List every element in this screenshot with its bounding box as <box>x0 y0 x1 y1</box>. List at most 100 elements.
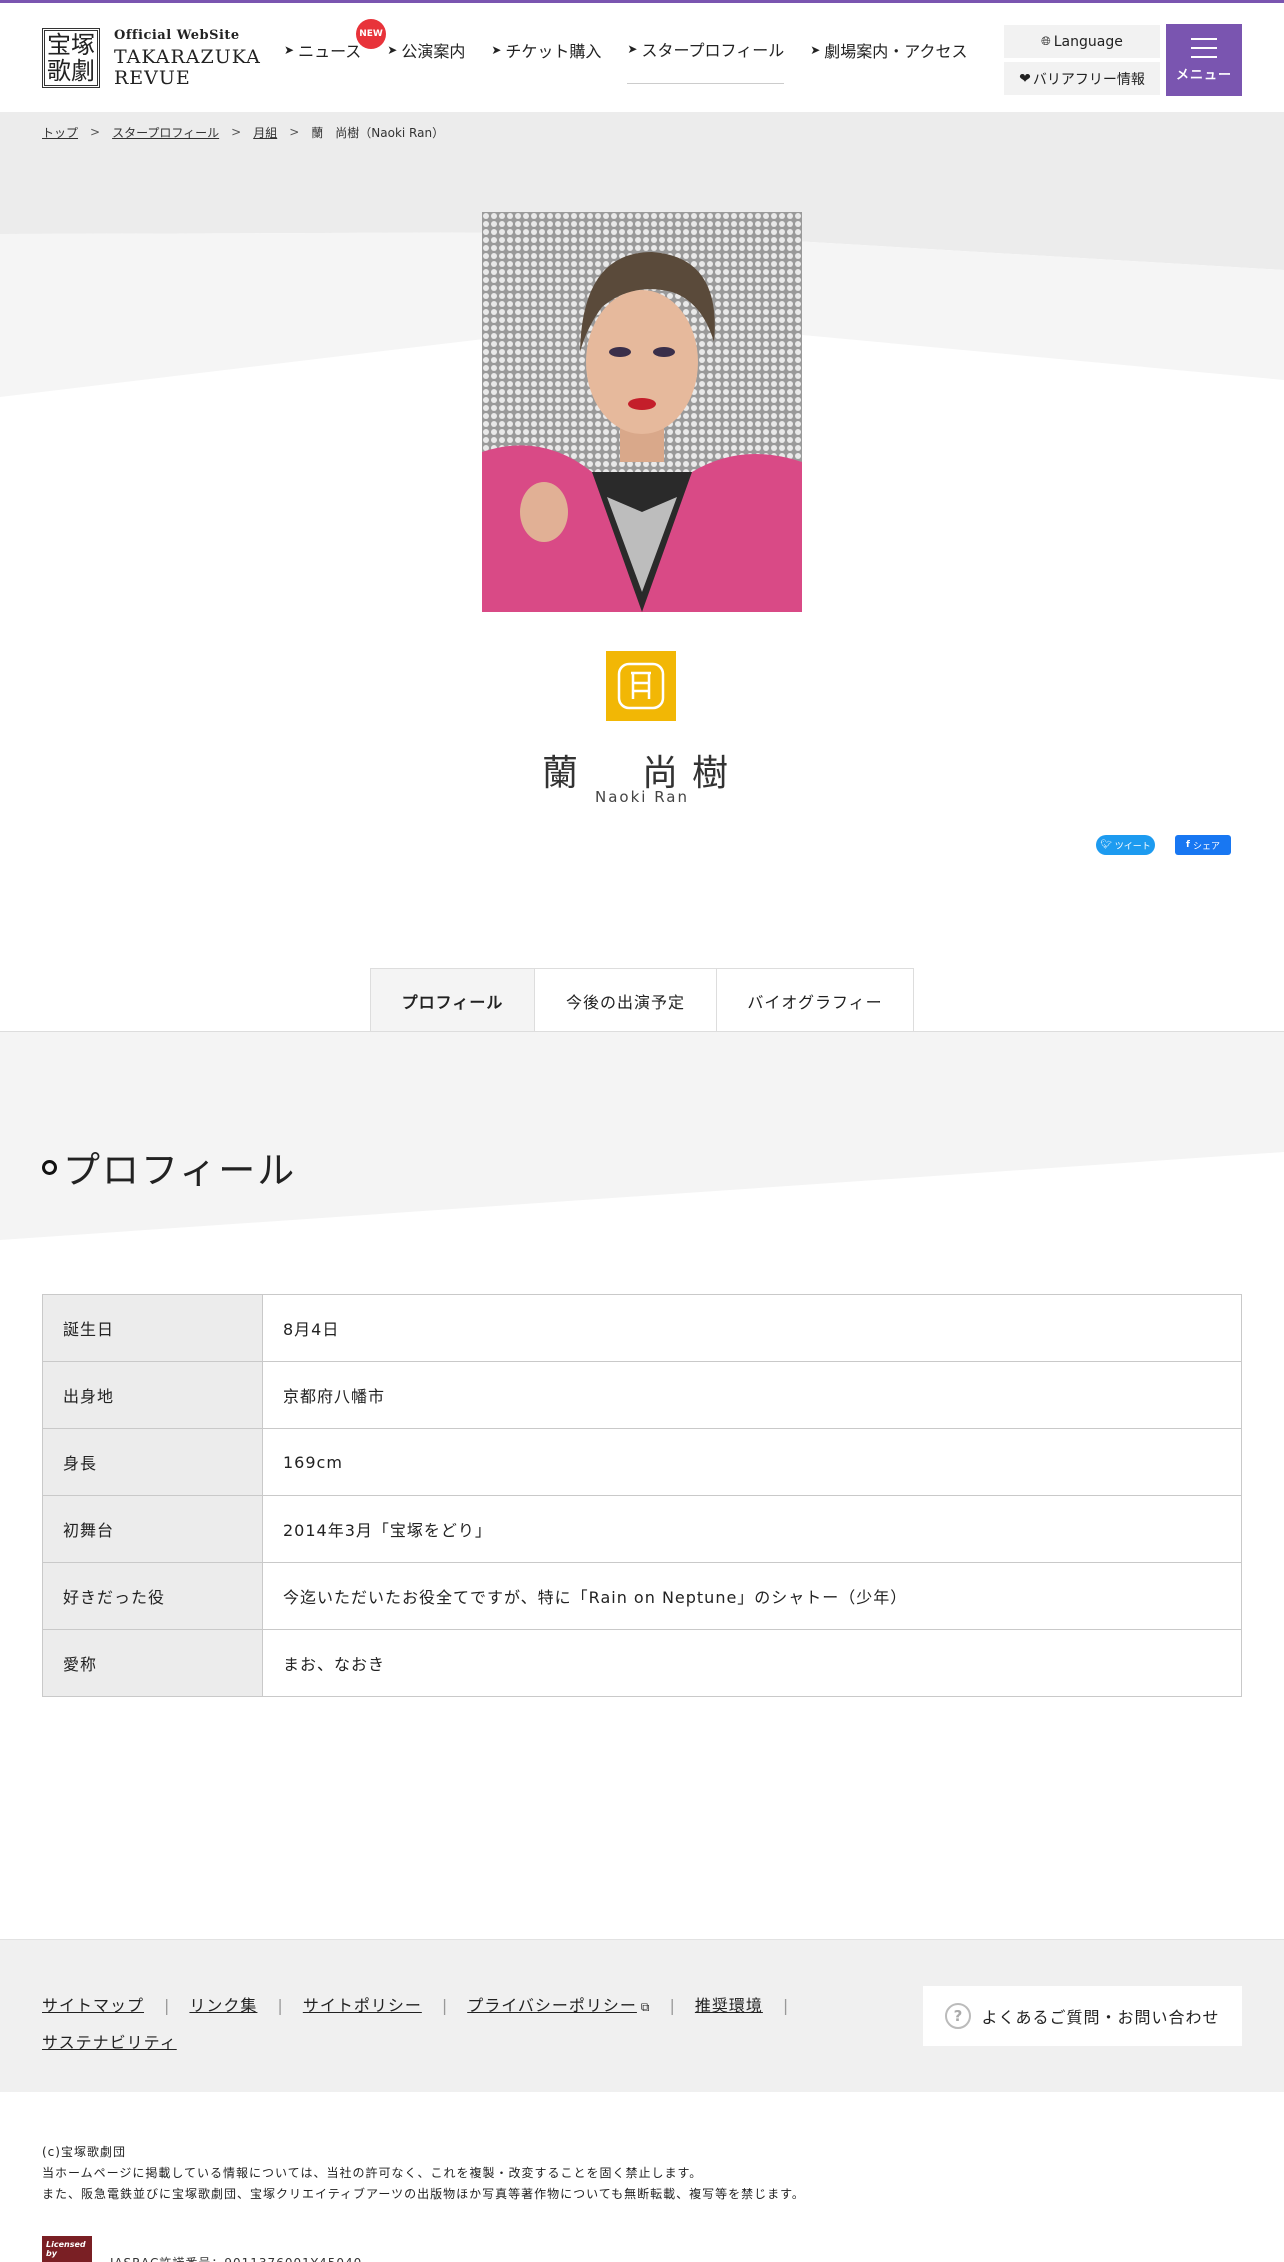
footer-separator: | <box>164 1996 170 2015</box>
chevron-right-icon: ➤ <box>491 42 502 57</box>
breadcrumb-current: 蘭 尚樹（Naoki Ran） <box>311 125 445 140</box>
nav-item-label: チケット購入 <box>505 41 602 61</box>
footer-link-privacy-policy[interactable]: プライバシーポリシー <box>467 1996 637 2015</box>
hamburger-icon <box>1191 37 1217 58</box>
table-row: 出身地 京都府八幡市 <box>42 1361 1242 1429</box>
menu-label: メニュー <box>1175 67 1232 83</box>
faq-contact-button[interactable]: ? よくあるご質問・お問い合わせ <box>923 1986 1242 2046</box>
profile-section-background <box>0 1032 1284 1242</box>
profile-tabs: プロフィール 今後の出演予定 バイオグラフィー <box>370 968 914 1032</box>
breadcrumb: トップ > スタープロフィール > 月組 > 蘭 尚樹（Naoki Ran） <box>0 112 1284 152</box>
section-title: プロフィール <box>42 1140 296 1194</box>
breadcrumb-separator: > <box>90 125 101 139</box>
table-row: 誕生日 8月4日 <box>42 1294 1242 1362</box>
row-label: 初舞台 <box>42 1495 263 1563</box>
footer-link-links[interactable]: リンク集 <box>189 1996 257 2015</box>
site-footer: サイトマップ | リンク集 | サイトポリシー | プライバシーポリシー ⧉ | 推奨環境 | サス… <box>0 1939 1284 2092</box>
row-value: 今迄いただいたお役全てですが、特に「Rain on Neptune」のシャトー（… <box>262 1562 1242 1630</box>
profile-table: 誕生日 8月4日 出身地 京都府八幡市 身長 169cm 初舞台 2014年3月… <box>42 1294 1242 1697</box>
barrier-free-button[interactable]: ❤ バリアフリー情報 <box>1004 62 1160 95</box>
twitter-share-label: ツイート <box>1114 841 1151 852</box>
chevron-right-icon: ➤ <box>284 42 295 57</box>
breadcrumb-link-star-profile[interactable]: スタープロフィール <box>112 124 219 141</box>
footer-link-sustainability[interactable]: サステナビリティ <box>42 2033 177 2052</box>
row-value: 169cm <box>262 1428 1242 1496</box>
logo-kanji-bottom: 歌劇 <box>47 57 95 85</box>
breadcrumb-link-troupe[interactable]: 月組 <box>253 124 277 141</box>
row-value: 8月4日 <box>262 1294 1242 1362</box>
menu-button[interactable]: メニュー <box>1166 24 1242 96</box>
logo-official-text: Official WebSite <box>114 27 240 43</box>
logo-kanji-top: 宝塚 <box>47 31 95 59</box>
tab-label: プロフィール <box>401 992 504 1012</box>
site-logo[interactable]: 宝塚 歌劇 Official WebSite TAKARAZUKA REVUE <box>42 23 264 93</box>
bullet-icon <box>42 1159 57 1175</box>
row-value: 2014年3月「宝塚をどり」 <box>262 1495 1242 1563</box>
copyright-text: (c)宝塚歌劇団 <box>42 2145 126 2159</box>
chevron-right-icon: ➤ <box>810 42 821 57</box>
row-label: 誕生日 <box>42 1294 263 1362</box>
star-photo <box>482 212 802 612</box>
tab-profile[interactable]: プロフィール <box>370 968 535 1032</box>
nav-item-news[interactable]: ➤ ニュース NEW <box>284 19 386 84</box>
section-title-text: プロフィール <box>63 1149 297 1192</box>
twitter-icon: 🐦︎ <box>1100 840 1112 850</box>
logo-mark: 宝塚 歌劇 <box>42 28 100 88</box>
row-label: 愛称 <box>42 1629 263 1697</box>
nav-item-theater-access[interactable]: ➤ 劇場案内・アクセス <box>810 37 967 84</box>
faq-contact-label: よくあるご質問・お問い合わせ <box>981 2008 1220 2027</box>
table-row: 好きだった役 今迄いただいたお役全てですが、特に「Rain on Neptune… <box>42 1562 1242 1630</box>
notice-text-1: 当ホームページに掲載している情報については、当社の許可なく、これを複製・改変する… <box>42 2166 703 2180</box>
facebook-share-label: シェア <box>1192 841 1220 852</box>
chevron-right-icon: ➤ <box>387 42 398 57</box>
row-label: 身長 <box>42 1428 263 1496</box>
breadcrumb-separator: > <box>289 125 300 139</box>
twitter-share-button[interactable]: 🐦︎ ツイート <box>1096 835 1155 855</box>
table-row: 身長 169cm <box>42 1428 1242 1496</box>
footer-separator: | <box>441 1996 448 2015</box>
nav-item-label: 公演案内 <box>401 41 466 61</box>
table-row: 愛称 まお、なおき <box>42 1629 1242 1697</box>
logo-name-text: TAKARAZUKA REVUE <box>114 45 261 89</box>
nav-item-tickets[interactable]: ➤ チケット購入 <box>491 37 601 84</box>
question-icon: ? <box>945 2003 972 2029</box>
nav-item-label: 劇場案内・アクセス <box>824 41 968 61</box>
nav-item-performances[interactable]: ➤ 公演案内 <box>387 37 465 84</box>
facebook-icon: f <box>1186 840 1190 850</box>
tab-label: バイオグラフィー <box>747 992 883 1012</box>
row-label: 好きだった役 <box>42 1562 263 1630</box>
footer-separator: | <box>782 1996 789 2015</box>
footer-link-recommended-env[interactable]: 推奨環境 <box>695 1996 763 2015</box>
language-label: Language <box>1053 33 1123 50</box>
footer-link-site-policy[interactable]: サイトポリシー <box>303 1996 422 2015</box>
footer-links: サイトマップ | リンク集 | サイトポリシー | プライバシーポリシー ⧉ | 推奨環境 | サス… <box>42 1988 862 2061</box>
logo-text: Official WebSite TAKARAZUKA REVUE <box>114 28 264 89</box>
table-row: 初舞台 2014年3月「宝塚をどり」 <box>42 1495 1242 1563</box>
external-link-icon: ⧉ <box>640 2000 650 2014</box>
heart-icon: ❤ <box>1019 70 1031 87</box>
main-nav: ➤ ニュース NEW ➤ 公演案内 ➤ チケット購入 ➤ スタープロフィール ➤… <box>284 19 993 84</box>
tab-upcoming-performances[interactable]: 今後の出演予定 <box>535 968 717 1032</box>
star-name-english: Naoki Ran <box>594 788 689 806</box>
jasrac-logo: Licensed by <box>42 2236 92 2262</box>
jasrac-number: JASRAC許諾番号：9011376001Y45040 <box>110 2254 362 2262</box>
footer-separator: | <box>277 1996 283 2015</box>
chevron-right-icon: ➤ <box>627 42 638 56</box>
facebook-share-button[interactable]: f シェア <box>1175 835 1231 855</box>
footer-link-sitemap[interactable]: サイトマップ <box>42 1996 144 2015</box>
tab-biography[interactable]: バイオグラフィー <box>717 968 914 1032</box>
breadcrumb-separator: > <box>231 125 242 139</box>
row-value: 京都府八幡市 <box>262 1361 1242 1429</box>
nav-item-star-profile[interactable]: ➤ スタープロフィール <box>627 37 785 84</box>
language-button[interactable]: 🌐︎ Language <box>1004 25 1160 58</box>
new-badge: NEW <box>356 19 386 49</box>
globe-icon: 🌐︎ <box>1041 34 1051 48</box>
row-label: 出身地 <box>42 1361 263 1429</box>
nav-item-label: スタープロフィール <box>641 41 785 60</box>
nav-item-label: ニュース <box>298 41 362 61</box>
copyright-notice: (c)宝塚歌劇団 当ホームページに掲載している情報については、当社の許可なく、こ… <box>42 2142 805 2205</box>
site-header: 宝塚 歌劇 Official WebSite TAKARAZUKA REVUE … <box>0 3 1284 112</box>
troupe-moon-icon <box>606 651 676 721</box>
breadcrumb-link-top[interactable]: トップ <box>42 124 78 141</box>
notice-text-2: また、阪急電鉄並びに宝塚歌劇団、宝塚クリエイティブアーツの出版物ほか写真等著作物… <box>42 2187 805 2201</box>
